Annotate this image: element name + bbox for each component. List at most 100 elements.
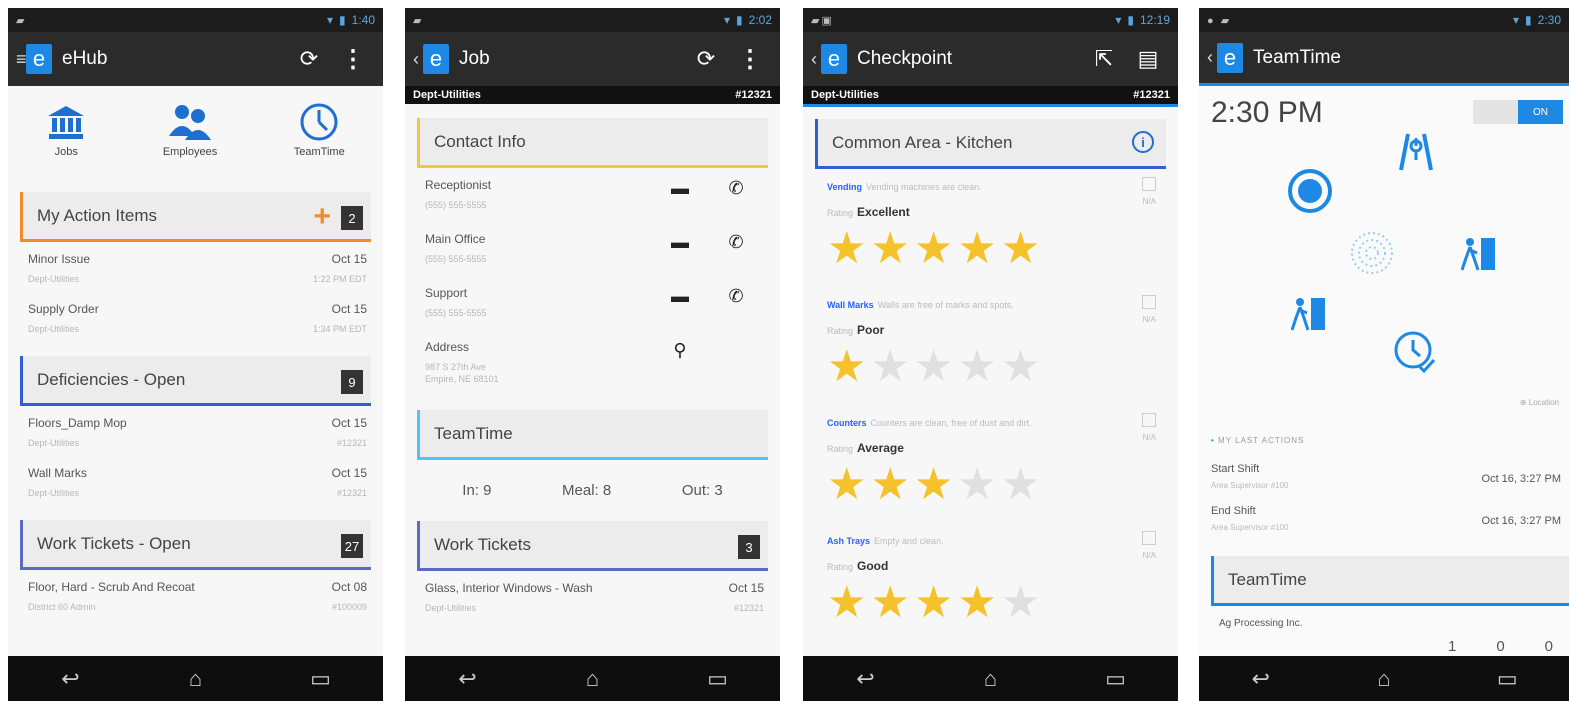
notification-icon: ● ▰ — [1207, 14, 1232, 27]
clock-out-icon[interactable] — [1461, 236, 1497, 272]
item-sub: Dept-Utilities — [28, 488, 80, 498]
star-icon[interactable]: ★ — [1001, 581, 1040, 625]
app-logo[interactable]: e — [423, 44, 449, 74]
screen-checkpoint: ▰▣ ▾ ▮ 12:19 ‹ e Checkpoint ⇱ ▤ Dept-Utili… — [803, 8, 1178, 701]
star-icon[interactable]: ★ — [914, 581, 953, 625]
section-teamtime[interactable]: TeamTime — [1211, 556, 1569, 606]
list-item[interactable]: Floors_Damp Mop Dept-Utilities Oct 15 #123… — [20, 406, 371, 456]
phone-icon[interactable]: ✆ — [708, 232, 764, 253]
section-title: Contact Info — [434, 131, 526, 151]
list-item[interactable]: Minor Issue Dept-Utilities Oct 15 1:22 PM … — [20, 242, 371, 292]
star-icon[interactable]: ★ — [870, 345, 909, 389]
star-rating[interactable]: ★ ★ ★ ★ ★ — [827, 227, 1158, 271]
drawer-icon[interactable]: ≡ — [16, 49, 27, 70]
home-icon[interactable]: ⌂ — [961, 666, 1021, 692]
item-sub-right: #12321 — [336, 438, 367, 448]
star-rating[interactable]: ★ ★ ★ ★ ★ — [827, 463, 1158, 507]
na-checkbox[interactable] — [1142, 531, 1156, 545]
recents-icon[interactable]: ▭ — [291, 666, 351, 692]
section-deficiencies[interactable]: Deficiencies - Open 9 — [20, 356, 371, 406]
refresh-icon[interactable]: ⟳ — [287, 46, 331, 72]
na-checkbox[interactable] — [1142, 295, 1156, 309]
na-checkbox[interactable] — [1142, 177, 1156, 191]
star-rating[interactable]: ★ ★ ★ ★ ★ — [827, 581, 1158, 625]
save-icon[interactable]: ▤ — [1126, 46, 1170, 72]
back-arrow-icon[interactable]: ‹ — [1207, 47, 1217, 68]
section-contact-info[interactable]: Contact Info — [417, 118, 768, 168]
star-icon[interactable]: ★ — [827, 463, 866, 507]
add-icon[interactable]: + — [313, 200, 331, 234]
road-icon[interactable] — [1399, 132, 1433, 172]
contact-item[interactable]: Support (555) 555-5555 ▬ ✆ — [417, 276, 768, 330]
star-icon[interactable]: ★ — [957, 581, 996, 625]
shortcut-jobs[interactable]: Jobs — [46, 102, 86, 178]
list-item[interactable]: Glass, Interior Windows - Wash Dept-Utili… — [417, 571, 768, 621]
star-icon[interactable]: ★ — [827, 227, 866, 271]
star-icon[interactable]: ★ — [870, 227, 909, 271]
back-arrow-icon[interactable]: ‹ — [811, 49, 821, 70]
na-checkbox[interactable] — [1142, 413, 1156, 427]
star-icon[interactable]: ★ — [1001, 463, 1040, 507]
list-item[interactable]: Start Shift Area Supervisor #100 Oct 16, … — [1211, 463, 1561, 490]
message-icon[interactable]: ▬ — [652, 178, 708, 199]
shortcut-employees[interactable]: Employees — [163, 102, 217, 178]
gps-toggle[interactable]: ON — [1473, 100, 1563, 124]
section-teamtime[interactable]: TeamTime — [417, 410, 768, 460]
recents-icon[interactable]: ▭ — [1477, 666, 1537, 692]
back-icon[interactable]: ↩ — [438, 666, 498, 692]
star-icon[interactable]: ★ — [914, 227, 953, 271]
refresh-icon[interactable]: ⟳ — [684, 46, 728, 72]
exit-icon[interactable]: ⇱ — [1082, 46, 1126, 72]
star-icon[interactable]: ★ — [870, 463, 909, 507]
shortcut-teamtime[interactable]: TeamTime — [294, 102, 345, 178]
back-icon[interactable]: ↩ — [41, 666, 101, 692]
star-icon[interactable]: ★ — [1001, 227, 1040, 271]
list-item[interactable]: End Shift Area Supervisor #100 Oct 16, 3:… — [1211, 505, 1561, 532]
meal-icon[interactable] — [1287, 168, 1333, 214]
star-icon[interactable]: ★ — [827, 581, 866, 625]
message-icon[interactable]: ▬ — [652, 232, 708, 253]
section-area[interactable]: Common Area - Kitchen i — [815, 119, 1166, 169]
phone-icon[interactable]: ✆ — [708, 178, 764, 199]
app-logo[interactable]: e — [1217, 42, 1243, 73]
item-sub: District 60 Admin — [28, 602, 96, 612]
list-item[interactable]: Floor, Hard - Scrub And Recoat District 6… — [20, 570, 371, 620]
address-item[interactable]: Address 987 S 27th Ave Empire, NE 68101 ⚲ — [417, 330, 768, 396]
contact-item[interactable]: Main Office (555) 555-5555 ▬ ✆ — [417, 222, 768, 276]
list-item[interactable]: Supply Order Dept-Utilities Oct 15 1:34 PM… — [20, 292, 371, 342]
star-icon[interactable]: ★ — [827, 345, 866, 389]
home-icon[interactable]: ⌂ — [563, 666, 623, 692]
star-icon[interactable]: ★ — [957, 227, 996, 271]
star-icon[interactable]: ★ — [957, 463, 996, 507]
recents-icon[interactable]: ▭ — [688, 666, 748, 692]
back-arrow-icon[interactable]: ‹ — [413, 49, 423, 70]
na-label: N/A — [1142, 433, 1156, 442]
section-work-tickets[interactable]: Work Tickets 3 — [417, 521, 768, 571]
overflow-menu-icon[interactable]: ⋮ — [331, 45, 375, 74]
home-icon[interactable]: ⌂ — [166, 666, 226, 692]
clock-in-icon[interactable] — [1291, 296, 1327, 332]
app-logo[interactable]: e — [821, 44, 847, 74]
info-icon[interactable]: i — [1132, 131, 1154, 153]
star-icon[interactable]: ★ — [914, 463, 953, 507]
section-title: Deficiencies - Open — [37, 369, 186, 389]
home-icon[interactable]: ⌂ — [1354, 666, 1414, 692]
star-icon[interactable]: ★ — [957, 345, 996, 389]
section-action-items[interactable]: My Action Items + 2 — [20, 192, 371, 242]
star-icon[interactable]: ★ — [1001, 345, 1040, 389]
star-icon[interactable]: ★ — [914, 345, 953, 389]
star-rating[interactable]: ★ ★ ★ ★ ★ — [827, 345, 1158, 389]
contact-item[interactable]: Receptionist (555) 555-5555 ▬ ✆ — [417, 168, 768, 222]
message-icon[interactable]: ▬ — [652, 286, 708, 307]
back-icon[interactable]: ↩ — [1231, 666, 1291, 692]
overflow-menu-icon[interactable]: ⋮ — [728, 45, 772, 74]
list-item[interactable]: Wall Marks Dept-Utilities Oct 15 #12321 — [20, 456, 371, 506]
recents-icon[interactable]: ▭ — [1086, 666, 1146, 692]
map-pin-icon[interactable]: ⚲ — [652, 340, 708, 361]
section-work-tickets[interactable]: Work Tickets - Open 27 — [20, 520, 371, 570]
app-logo[interactable]: e — [26, 44, 52, 74]
star-icon[interactable]: ★ — [870, 581, 909, 625]
phone-icon[interactable]: ✆ — [708, 286, 764, 307]
back-icon[interactable]: ↩ — [836, 666, 896, 692]
time-check-icon[interactable] — [1393, 330, 1437, 374]
